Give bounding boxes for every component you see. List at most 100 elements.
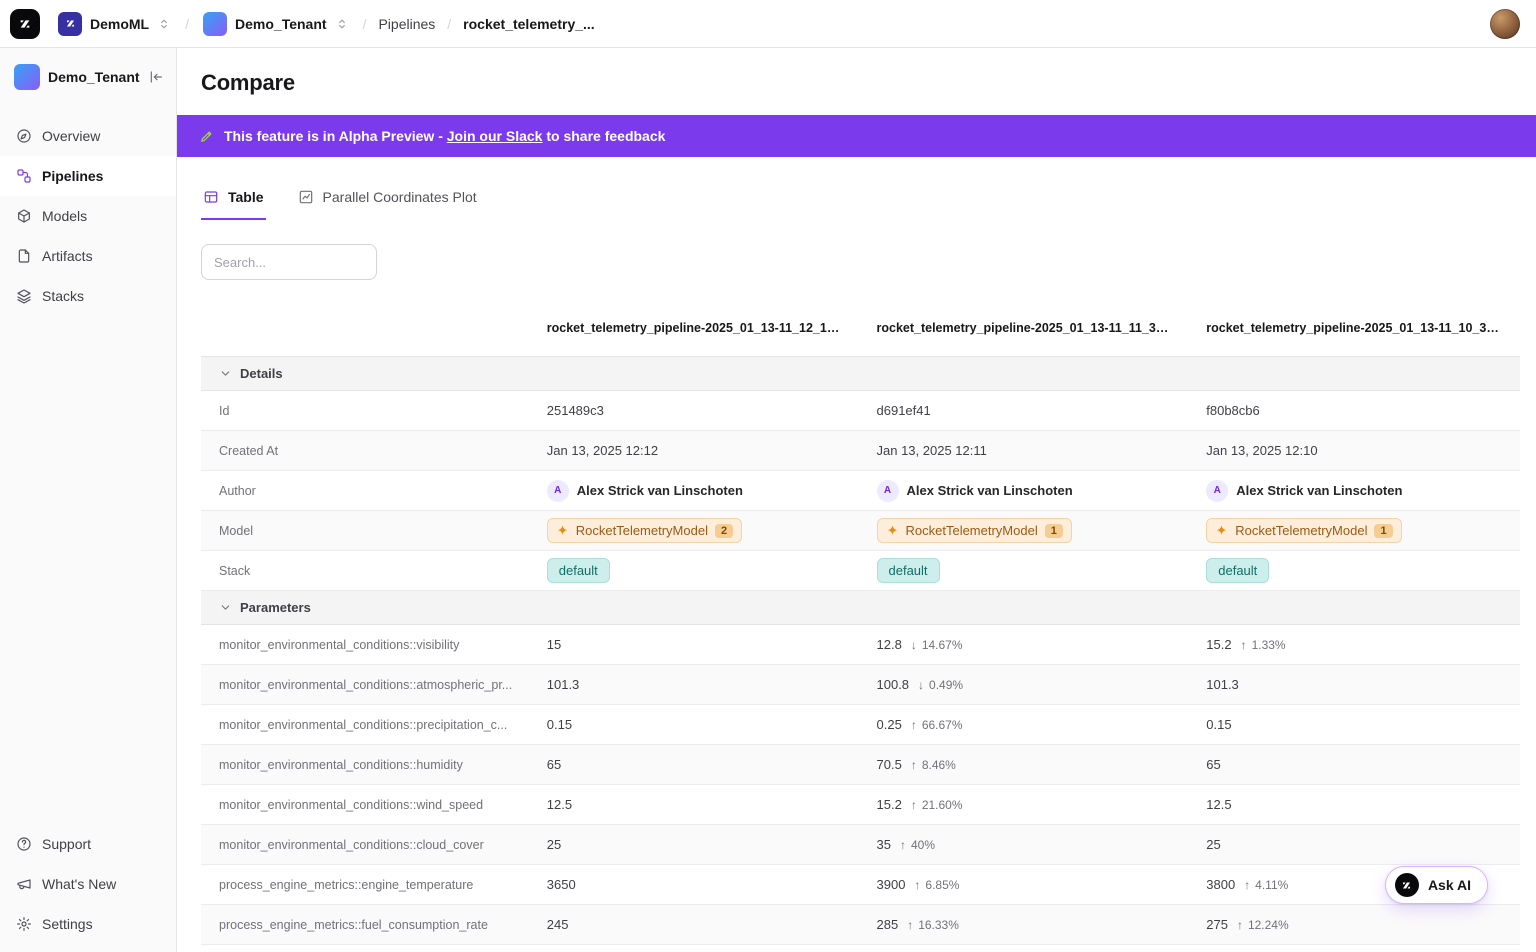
breadcrumb-pipelines[interactable]: Pipelines <box>378 16 435 32</box>
row-label: monitor_environmental_conditions::visibi… <box>201 632 531 658</box>
column-header-empty <box>201 300 531 356</box>
zenml-logo[interactable] <box>10 9 40 39</box>
param-value: 245 <box>547 917 569 932</box>
column-header-run-name[interactable]: rocket_telemetry_pipeline-2025_01_13-11_… <box>1190 300 1520 356</box>
model-badge[interactable]: RocketTelemetryModel1 <box>1206 518 1401 543</box>
table-row: Id251489c3d691ef41f80b8cb6 <box>201 391 1520 431</box>
sidebar-item-artifacts[interactable]: Artifacts <box>0 236 176 276</box>
compare-table-body: DetailsId251489c3d691ef41f80b8cb6 Created… <box>201 357 1520 945</box>
stack-badge[interactable]: default <box>1206 558 1269 583</box>
row-value: 251489c3 <box>531 397 861 424</box>
param-value: 3800 <box>1206 877 1235 892</box>
param-value: 65 <box>1206 757 1220 772</box>
row-label: Created At <box>201 438 531 464</box>
row-value: 25 <box>1190 831 1520 858</box>
artifacts-icon <box>16 248 32 264</box>
param-value: 25 <box>1206 837 1220 852</box>
table-row: monitor_environmental_conditions::wind_s… <box>201 785 1520 825</box>
author-avatar: A <box>547 480 569 502</box>
breadcrumb-separator: / <box>363 16 367 32</box>
section-header[interactable]: Parameters <box>201 591 1520 625</box>
delta-change: ↑21.60% <box>911 798 963 812</box>
sidebar-item-label: Settings <box>42 916 93 932</box>
tenant-name: Demo_Tenant <box>235 16 327 32</box>
section-title: Parameters <box>240 600 311 615</box>
org-selector[interactable]: DemoML <box>56 8 173 40</box>
search-input[interactable] <box>201 244 377 280</box>
topbar: DemoML / Demo_Tenant / Pipelines / rocke… <box>0 0 1536 48</box>
sidebar-item-label: What's New <box>42 876 116 892</box>
row-value: 12.8↓14.67% <box>861 631 1191 658</box>
model-icon <box>556 524 569 537</box>
delta-change: ↑4.11% <box>1244 878 1288 892</box>
row-value: default <box>531 552 861 589</box>
row-value: 15.2↑1.33% <box>1190 631 1520 658</box>
delta-change: ↑12.24% <box>1237 918 1289 932</box>
row-value: 35↑40% <box>861 831 1191 858</box>
column-header-run-name[interactable]: rocket_telemetry_pipeline-2025_01_13-11_… <box>861 300 1191 356</box>
param-value: 12.5 <box>547 797 572 812</box>
model-name: RocketTelemetryModel <box>906 523 1038 538</box>
stack-badge[interactable]: default <box>547 558 610 583</box>
delta-percent: 4.11% <box>1255 878 1288 892</box>
sidebar-item-label: Artifacts <box>42 248 93 264</box>
delta-change: ↓14.67% <box>911 638 963 652</box>
column-header-run-name[interactable]: rocket_telemetry_pipeline-2025_01_13-11_… <box>531 300 861 356</box>
user-avatar[interactable] <box>1490 9 1520 39</box>
sidebar-nav: Overview Pipelines Models Artifacts Stacks <box>0 106 176 316</box>
delta-change: ↑1.33% <box>1241 638 1286 652</box>
pipelines-icon <box>16 168 32 184</box>
author-avatar: A <box>1206 480 1228 502</box>
author-name: Alex Strick van Linschoten <box>907 483 1073 498</box>
model-badge[interactable]: RocketTelemetryModel 1 <box>877 518 1072 543</box>
arrow-up-icon: ↑ <box>900 838 906 852</box>
model-badge[interactable]: RocketTelemetryModel2 <box>547 518 742 543</box>
row-value: AAlex Strick van Linschoten <box>531 474 861 508</box>
delta-change: ↑16.33% <box>907 918 959 932</box>
row-value: 3650 <box>531 871 861 898</box>
row-label: process_engine_metrics::engine_temperatu… <box>201 872 531 898</box>
model-name: RocketTelemetryModel <box>1235 523 1367 538</box>
row-label: monitor_environmental_conditions::precip… <box>201 712 531 738</box>
sidebar-item-settings[interactable]: Settings <box>0 904 176 944</box>
param-value: 70.5 <box>877 757 902 772</box>
whatsnew-icon <box>16 876 32 892</box>
row-value: Jan 13, 2025 12:12 <box>531 437 861 464</box>
tenant-selector[interactable]: Demo_Tenant <box>201 8 351 40</box>
models-icon <box>16 208 32 224</box>
table-row: monitor_environmental_conditions::cloud_… <box>201 825 1520 865</box>
zenml-icon <box>1395 873 1419 897</box>
sidebar-collapse-icon[interactable] <box>148 69 164 85</box>
support-icon <box>16 836 32 852</box>
breadcrumb-separator: / <box>185 16 189 32</box>
row-value: 70.5↑8.46% <box>861 751 1191 778</box>
sidebar-item-whatsnew[interactable]: What's New <box>0 864 176 904</box>
sidebar-item-stacks[interactable]: Stacks <box>0 276 176 316</box>
table-row: AuthorAAlex Strick van LinschotenAAlex S… <box>201 471 1520 511</box>
row-value: 12.5 <box>1190 791 1520 818</box>
stacks-icon <box>16 288 32 304</box>
model-version-count: 1 <box>1045 524 1063 538</box>
sidebar-item-pipelines[interactable]: Pipelines <box>0 156 176 196</box>
banner-text-prefix: This feature is in Alpha Preview - <box>224 128 447 144</box>
row-value: 65 <box>1190 751 1520 778</box>
slack-link[interactable]: Join our Slack <box>447 128 543 144</box>
param-value: 15.2 <box>877 797 902 812</box>
stack-badge[interactable]: default <box>877 558 940 583</box>
delta-percent: 21.60% <box>922 798 963 812</box>
sidebar-item-models[interactable]: Models <box>0 196 176 236</box>
table-row: monitor_environmental_conditions::visibi… <box>201 625 1520 665</box>
ask-ai-button[interactable]: Ask AI <box>1385 866 1488 904</box>
row-value: default <box>861 552 1191 589</box>
tab-table[interactable]: Table <box>201 181 266 220</box>
param-value: 65 <box>547 757 561 772</box>
sidebar-item-support[interactable]: Support <box>0 824 176 864</box>
row-value: 100.8↓0.49% <box>861 671 1191 698</box>
zenml-logo-glyph <box>17 16 33 32</box>
sidebar-item-label: Pipelines <box>42 168 103 184</box>
compare-table-header: rocket_telemetry_pipeline-2025_01_13-11_… <box>201 300 1520 357</box>
tab-parallel[interactable]: Parallel Coordinates Plot <box>296 181 479 220</box>
row-label: monitor_environmental_conditions::humidi… <box>201 752 531 778</box>
sidebar-item-overview[interactable]: Overview <box>0 116 176 156</box>
section-header[interactable]: Details <box>201 357 1520 391</box>
